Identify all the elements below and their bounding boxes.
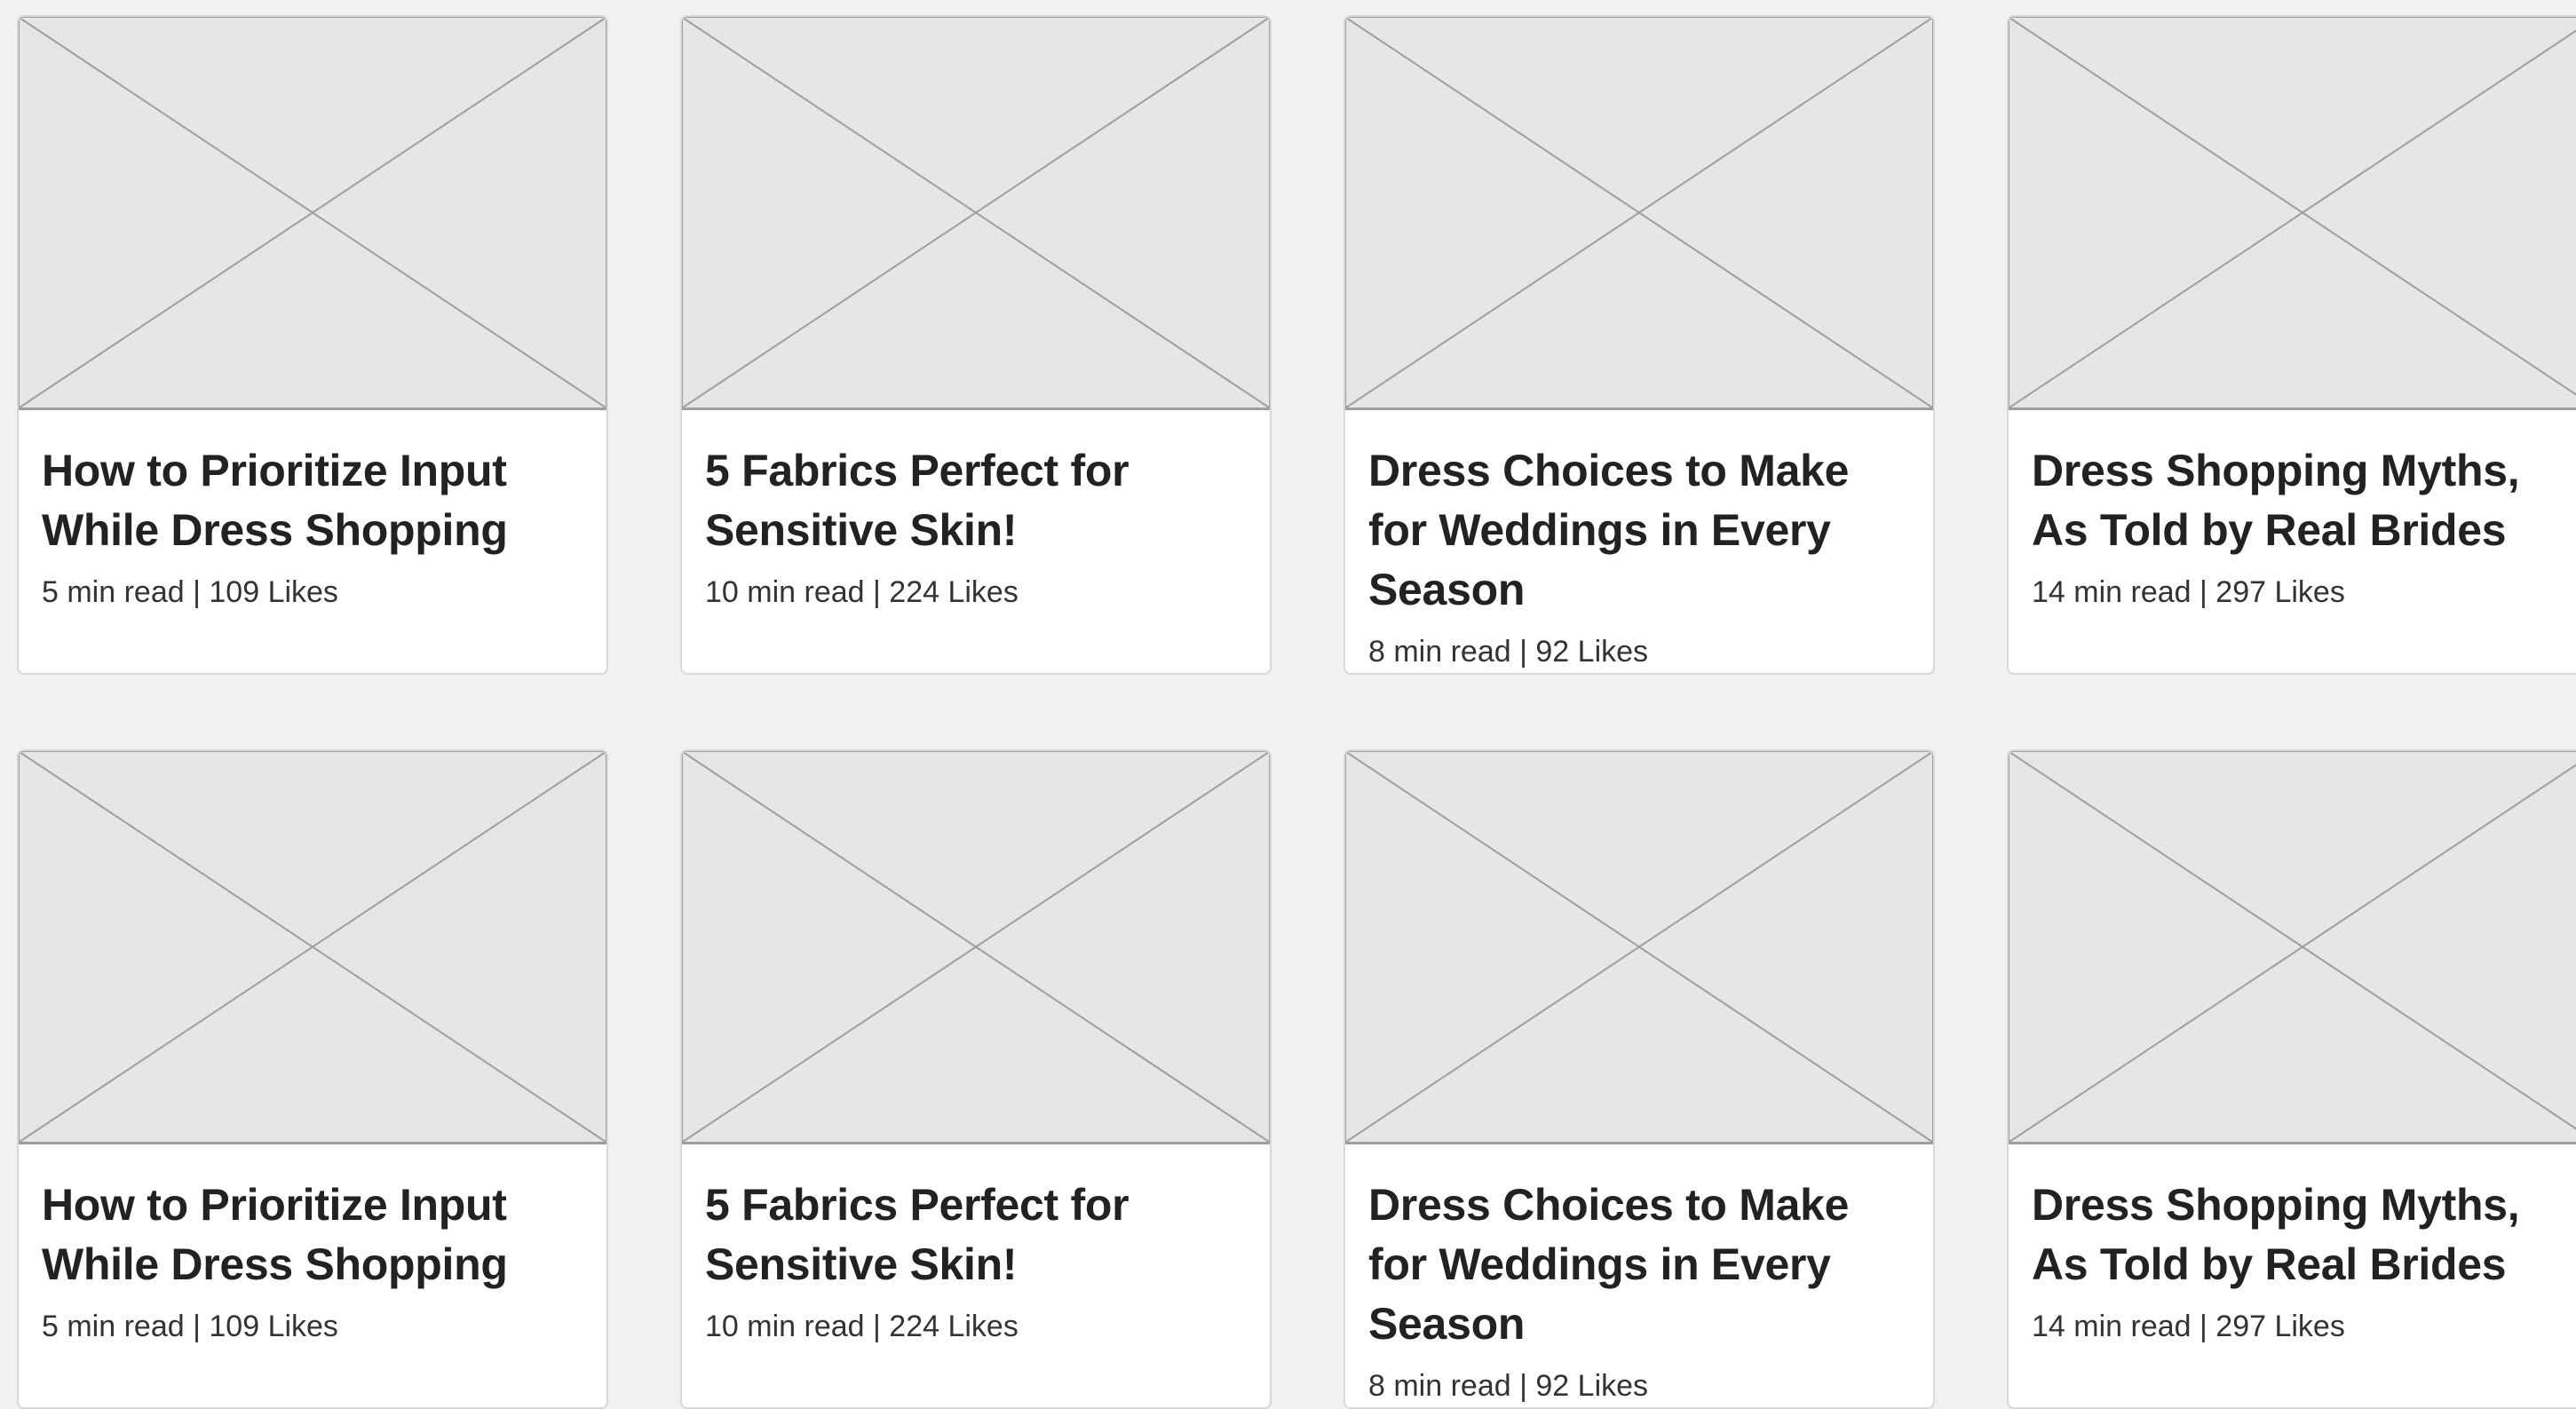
likes-count: 109 Likes	[209, 575, 338, 609]
image-placeholder-icon	[19, 751, 606, 1144]
read-time: 5 min read	[42, 1310, 185, 1343]
read-time: 10 min read	[705, 575, 865, 609]
article-meta: 8 min read | 92 Likes	[1368, 632, 1910, 671]
article-title[interactable]: 5 Fabrics Perfect for Sensitive Skin!	[705, 441, 1247, 560]
article-title[interactable]: Dress Shopping Myths, As Told by Real Br…	[2032, 1175, 2573, 1294]
article-title[interactable]: Dress Choices to Make for Weddings in Ev…	[1368, 441, 1910, 620]
article-meta: 10 min read | 224 Likes	[705, 1307, 1247, 1346]
article-title[interactable]: Dress Choices to Make for Weddings in Ev…	[1368, 1175, 1910, 1354]
likes-count: 92 Likes	[1535, 635, 1649, 669]
meta-separator: |	[873, 1310, 881, 1343]
article-meta: 10 min read | 224 Likes	[705, 573, 1247, 612]
article-card[interactable]: Dress Choices to Make for Weddings in Ev…	[1343, 15, 1935, 675]
read-time: 14 min read	[2032, 575, 2192, 609]
article-card[interactable]: Dress Shopping Myths, As Told by Real Br…	[2007, 749, 2576, 1409]
image-placeholder-icon	[682, 17, 1270, 410]
article-title[interactable]: 5 Fabrics Perfect for Sensitive Skin!	[705, 1175, 1247, 1294]
article-title[interactable]: Dress Shopping Myths, As Told by Real Br…	[2032, 441, 2573, 560]
image-placeholder-icon	[2009, 17, 2576, 410]
article-meta: 8 min read | 92 Likes	[1368, 1366, 1910, 1405]
read-time: 5 min read	[42, 575, 185, 609]
article-meta: 5 min read | 109 Likes	[42, 573, 583, 612]
meta-separator: |	[193, 575, 201, 609]
likes-count: 297 Likes	[2215, 575, 2345, 609]
read-time: 14 min read	[2032, 1310, 2192, 1343]
image-placeholder-icon	[682, 751, 1270, 1144]
meta-separator: |	[2200, 575, 2207, 609]
image-placeholder-icon	[1345, 751, 1933, 1144]
meta-separator: |	[2200, 1310, 2207, 1343]
article-meta: 5 min read | 109 Likes	[42, 1307, 583, 1346]
likes-count: 224 Likes	[889, 575, 1019, 609]
article-card[interactable]: How to Prioritize Input While Dress Shop…	[17, 15, 608, 675]
article-card[interactable]: 5 Fabrics Perfect for Sensitive Skin! 10…	[680, 749, 1272, 1409]
article-meta: 14 min read | 297 Likes	[2032, 1307, 2573, 1346]
meta-separator: |	[1519, 635, 1527, 669]
likes-count: 92 Likes	[1535, 1369, 1649, 1403]
image-placeholder-icon	[2009, 751, 2576, 1144]
likes-count: 224 Likes	[889, 1310, 1019, 1343]
read-time: 8 min read	[1368, 635, 1511, 669]
article-card[interactable]: 5 Fabrics Perfect for Sensitive Skin! 10…	[680, 15, 1272, 675]
likes-count: 109 Likes	[209, 1310, 338, 1343]
article-card[interactable]: How to Prioritize Input While Dress Shop…	[17, 749, 608, 1409]
article-meta: 14 min read | 297 Likes	[2032, 573, 2573, 612]
article-card-grid: How to Prioritize Input While Dress Shop…	[17, 15, 2576, 1409]
article-title[interactable]: How to Prioritize Input While Dress Shop…	[42, 441, 583, 560]
meta-separator: |	[873, 575, 881, 609]
article-card[interactable]: Dress Choices to Make for Weddings in Ev…	[1343, 749, 1935, 1409]
article-card[interactable]: Dress Shopping Myths, As Told by Real Br…	[2007, 15, 2576, 675]
meta-separator: |	[1519, 1369, 1527, 1403]
likes-count: 297 Likes	[2215, 1310, 2345, 1343]
image-placeholder-icon	[19, 17, 606, 410]
read-time: 10 min read	[705, 1310, 865, 1343]
image-placeholder-icon	[1345, 17, 1933, 410]
article-title[interactable]: How to Prioritize Input While Dress Shop…	[42, 1175, 583, 1294]
read-time: 8 min read	[1368, 1369, 1511, 1403]
meta-separator: |	[193, 1310, 201, 1343]
